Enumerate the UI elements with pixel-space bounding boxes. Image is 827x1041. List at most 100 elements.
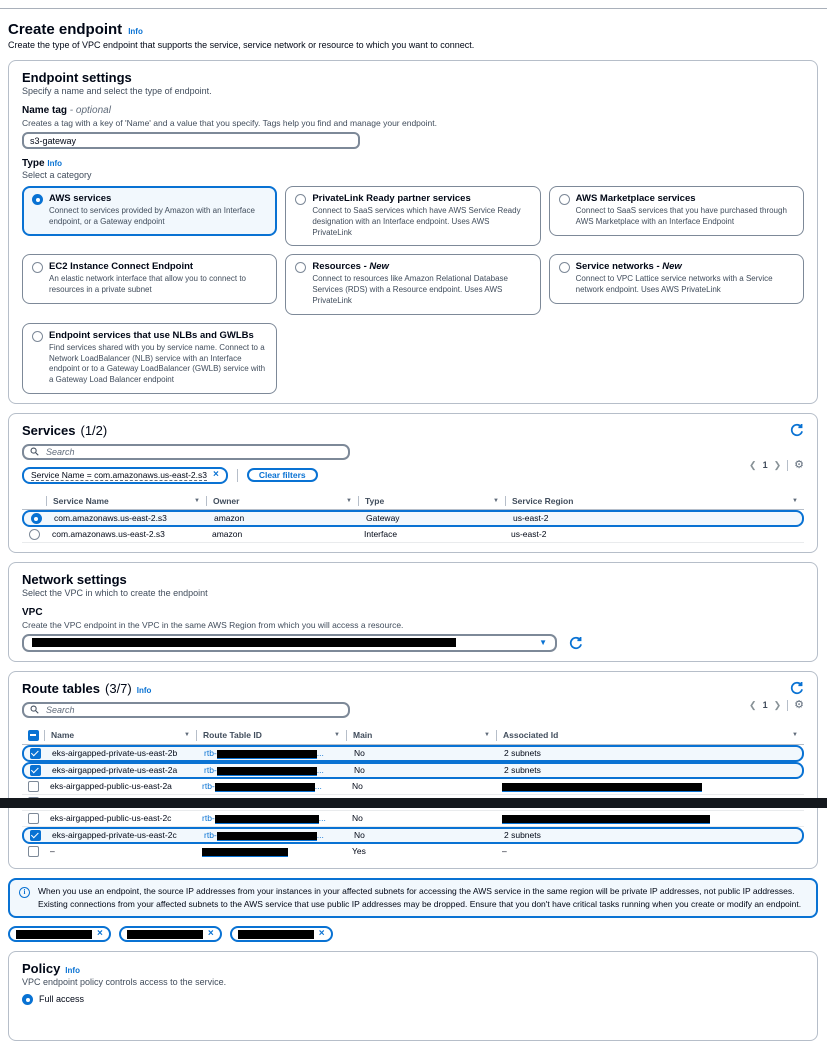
remove-token-icon[interactable]: × — [319, 929, 325, 939]
vpc-refresh-button[interactable] — [569, 636, 583, 650]
route-tables-search-input[interactable] — [44, 704, 342, 716]
cell-name: eks-airgapped-public-us-east-2c — [44, 813, 196, 823]
sort-icon: ▼ — [484, 732, 490, 738]
route-table-row[interactable]: eks-airgapped-public-us-east-2c rtb-... … — [22, 811, 804, 827]
filter-chip-text: Service Name = com.amazonaws.us-east-2.s… — [31, 470, 207, 481]
cell-associated-id: 2 subnets — [498, 748, 802, 758]
type-card-marketplace[interactable]: AWS Marketplace services Connect to SaaS… — [549, 186, 804, 236]
route-table-token: × — [230, 926, 333, 942]
sort-icon: ▼ — [792, 732, 798, 738]
policy-info-link[interactable]: Info — [65, 966, 80, 975]
row-checkbox[interactable] — [28, 813, 39, 824]
service-row-gateway[interactable]: com.amazonaws.us-east-2.s3 amazon Gatewa… — [22, 510, 804, 527]
cell-route-table-id: rtb-... — [198, 830, 348, 840]
radio-icon[interactable] — [559, 262, 570, 273]
route-tables-search[interactable] — [22, 702, 350, 718]
cell-route-table-id: rtb-... — [198, 765, 348, 775]
current-page[interactable]: 1 — [763, 460, 768, 470]
gear-icon[interactable]: ⚙ — [794, 700, 804, 711]
header-name[interactable]: Name▼ — [44, 730, 196, 741]
radio-icon[interactable] — [29, 529, 40, 540]
bottom-dark-bar — [0, 798, 827, 808]
page-info-link[interactable]: Info — [128, 27, 143, 36]
network-settings-subheading: Select the VPC in which to create the en… — [22, 588, 804, 598]
cell-route-table-id: rtb-... — [198, 748, 348, 758]
page-title: Create endpoint — [8, 21, 122, 38]
services-search[interactable] — [22, 444, 350, 460]
route-tables-table-header: Name▼ Route Table ID▼ Main▼ Associated I… — [22, 726, 804, 745]
clear-filters-button[interactable]: Clear filters — [247, 468, 318, 482]
header-service-region[interactable]: Service Region▼ — [505, 496, 804, 506]
header-type[interactable]: Type▼ — [358, 496, 505, 506]
remove-token-icon[interactable]: × — [97, 929, 103, 939]
services-refresh-button[interactable] — [790, 423, 804, 437]
redacted-value — [217, 767, 317, 776]
route-table-row[interactable]: eks-airgapped-private-us-east-2c rtb-...… — [22, 827, 804, 844]
radio-selected-icon[interactable] — [22, 994, 33, 1005]
row-checkbox[interactable] — [30, 765, 41, 776]
route-table-row[interactable]: – Yes – — [22, 844, 804, 859]
radio-icon[interactable] — [295, 194, 306, 205]
header-owner[interactable]: Owner▼ — [206, 496, 358, 506]
redacted-value — [238, 930, 314, 939]
radio-selected-icon[interactable] — [32, 194, 43, 205]
remove-token-icon[interactable]: × — [208, 929, 214, 939]
header-route-table-id[interactable]: Route Table ID▼ — [196, 730, 346, 741]
type-card-service-networks[interactable]: Service networks - New Connect to VPC La… — [549, 254, 804, 304]
redacted-value — [215, 815, 319, 824]
radio-icon[interactable] — [32, 331, 43, 342]
selected-route-table-tokens: × × × — [8, 926, 818, 942]
name-tag-optional: - optional — [70, 105, 111, 116]
page-subtitle: Create the type of VPC endpoint that sup… — [8, 40, 818, 50]
header-associated-id[interactable]: Associated Id▼ — [496, 730, 804, 741]
endpoint-settings-heading: Endpoint settings — [22, 70, 804, 85]
select-all-checkbox[interactable] — [28, 730, 39, 741]
row-checkbox[interactable] — [30, 748, 41, 759]
radio-icon[interactable] — [559, 194, 570, 205]
redacted-value — [127, 930, 203, 939]
current-page[interactable]: 1 — [763, 700, 768, 710]
type-card-aws-services[interactable]: AWS services Connect to services provide… — [22, 186, 277, 236]
redacted-value — [202, 848, 288, 857]
cell-name: eks-airgapped-private-us-east-2b — [46, 748, 198, 758]
full-access-label: Full access — [39, 994, 84, 1004]
route-table-row[interactable]: eks-airgapped-private-us-east-2a rtb-...… — [22, 762, 804, 779]
services-count: (1/2) — [81, 423, 108, 438]
redacted-value — [16, 930, 92, 939]
route-table-row[interactable]: eks-airgapped-public-us-east-2a rtb-... … — [22, 779, 804, 795]
redacted-value — [217, 750, 317, 759]
next-page-button[interactable]: ❯︎ — [774, 460, 782, 471]
alert-text: When you use an endpoint, the source IP … — [38, 886, 801, 909]
service-row-interface[interactable]: com.amazonaws.us-east-2.s3 amazon Interf… — [22, 527, 804, 543]
cell-service-name: com.amazonaws.us-east-2.s3 — [48, 513, 208, 523]
prev-page-button[interactable]: ❮︎ — [749, 700, 757, 711]
prev-page-button[interactable]: ❮︎ — [749, 460, 757, 471]
cell-route-table-id: rtb-... — [196, 813, 346, 823]
row-checkbox[interactable] — [28, 781, 39, 792]
route-tables-refresh-button[interactable] — [790, 681, 804, 695]
type-card-privatelink-partner[interactable]: PrivateLink Ready partner services Conne… — [285, 186, 540, 246]
header-service-name[interactable]: Service Name▼ — [46, 496, 206, 506]
row-checkbox[interactable] — [30, 830, 41, 841]
row-checkbox[interactable] — [28, 846, 39, 857]
cell-associated-id: – — [496, 846, 804, 856]
services-search-input[interactable] — [44, 446, 342, 458]
type-card-resources[interactable]: Resources - New Connect to resources lik… — [285, 254, 540, 314]
redacted-value — [502, 815, 710, 824]
vpc-select[interactable]: ▼ — [22, 634, 557, 652]
name-tag-input[interactable] — [22, 132, 360, 149]
full-access-option[interactable]: Full access — [22, 993, 804, 1005]
route-table-row[interactable]: eks-airgapped-private-us-east-2b rtb-...… — [22, 745, 804, 762]
header-main[interactable]: Main▼ — [346, 730, 496, 741]
gear-icon[interactable]: ⚙ — [794, 460, 804, 471]
remove-filter-icon[interactable]: × — [213, 470, 219, 480]
type-card-ec2-instance-connect[interactable]: EC2 Instance Connect Endpoint An elastic… — [22, 254, 277, 304]
search-icon — [30, 705, 39, 714]
type-info-link[interactable]: Info — [47, 159, 62, 168]
radio-icon[interactable] — [32, 262, 43, 273]
radio-selected-icon[interactable] — [31, 513, 42, 524]
next-page-button[interactable]: ❯︎ — [774, 700, 782, 711]
type-card-nlb-gwlb[interactable]: Endpoint services that use NLBs and GWLB… — [22, 323, 277, 394]
route-tables-info-link[interactable]: Info — [137, 686, 152, 695]
radio-icon[interactable] — [295, 262, 306, 273]
